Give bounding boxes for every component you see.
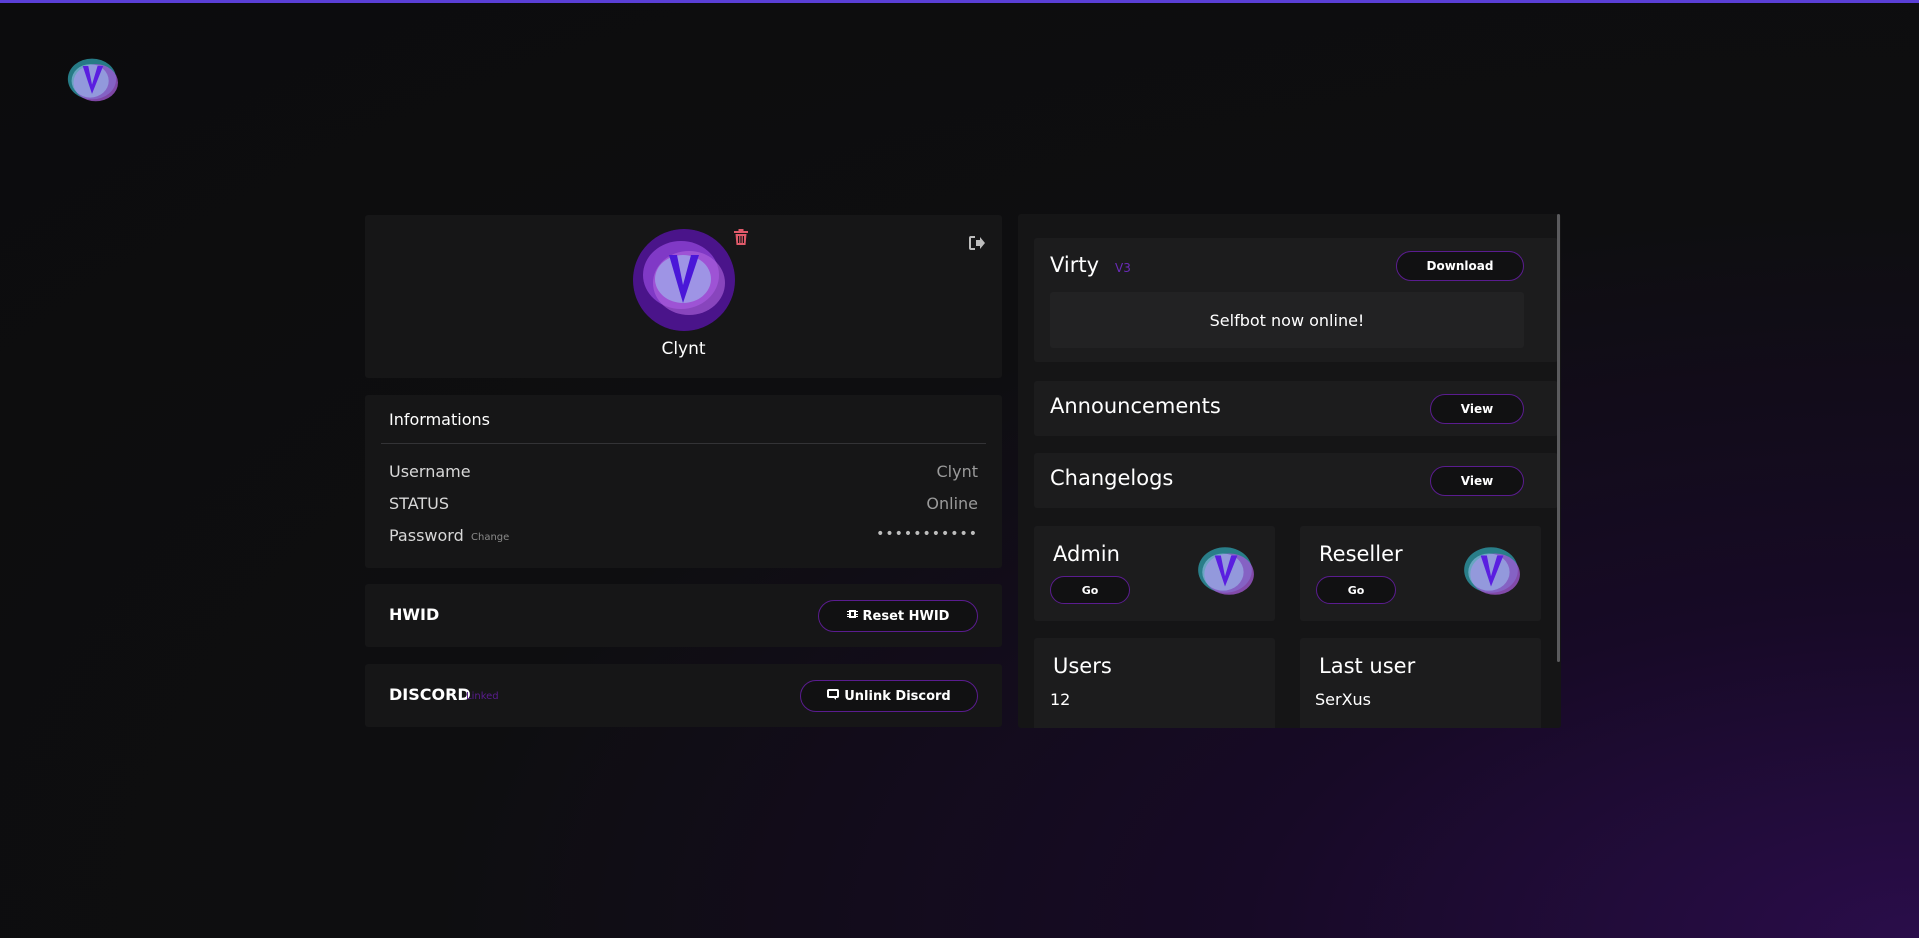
reseller-card: Reseller Go: [1300, 526, 1541, 621]
discord-title: DISCORD: [389, 685, 471, 704]
product-card: Virty V3 Download Selfbot now online!: [1034, 238, 1558, 362]
announcements-view-button[interactable]: View: [1430, 394, 1524, 424]
profile-card: Clynt: [365, 215, 1002, 378]
site-logo[interactable]: [64, 53, 120, 105]
status-value: Online: [926, 494, 978, 513]
profile-username: Clynt: [661, 339, 706, 359]
download-button[interactable]: Download: [1396, 251, 1524, 281]
announcements-title: Announcements: [1050, 394, 1221, 418]
reset-hwid-button[interactable]: Reset HWID: [818, 600, 978, 632]
changelogs-card: Changelogs View: [1034, 453, 1558, 508]
right-panel: Virty V3 Download Selfbot now online! An…: [1018, 214, 1561, 728]
informations-card: Informations Username Clynt STATUS Onlin…: [365, 395, 1002, 568]
users-count: 12: [1050, 690, 1071, 709]
discord-card: DISCORD Linked Unlink Discord: [365, 664, 1002, 727]
username-value: Clynt: [936, 462, 979, 481]
right-panel-scrollbar[interactable]: [1557, 214, 1560, 662]
admin-go-button[interactable]: Go: [1050, 576, 1130, 604]
last-user-title: Last user: [1319, 654, 1416, 678]
users-card: Users 12: [1034, 638, 1275, 728]
announcements-view-label: View: [1460, 402, 1494, 416]
changelogs-title: Changelogs: [1050, 466, 1174, 490]
admin-card: Admin Go: [1034, 526, 1275, 621]
informations-title: Informations: [389, 410, 490, 429]
hwid-card: HWID Reset HWID: [365, 584, 1002, 647]
users-title: Users: [1053, 654, 1112, 678]
reset-hwid-label: Reset HWID: [862, 608, 950, 624]
unlink-discord-button[interactable]: Unlink Discord: [800, 680, 978, 712]
admin-logo-icon: [1194, 541, 1256, 599]
last-user-name: SerXus: [1315, 690, 1372, 709]
discord-status: Linked: [466, 691, 499, 702]
hwid-title: HWID: [389, 605, 440, 624]
status-message: Selfbot now online!: [1209, 310, 1365, 330]
password-label: Password: [389, 526, 464, 545]
informations-divider: [381, 443, 986, 444]
status-banner: Selfbot now online!: [1050, 292, 1524, 348]
admin-go-label: Go: [1081, 583, 1099, 597]
reseller-go-button[interactable]: Go: [1316, 576, 1396, 604]
trash-icon[interactable]: [734, 229, 748, 245]
changelogs-view-label: View: [1460, 474, 1494, 488]
password-value: •••••••••••: [876, 526, 978, 542]
discord-icon: [827, 688, 840, 704]
avatar[interactable]: [633, 229, 735, 331]
username-label: Username: [389, 462, 471, 481]
reseller-go-label: Go: [1347, 583, 1365, 597]
chip-icon: [846, 608, 858, 624]
status-label: STATUS: [389, 494, 450, 513]
changelogs-view-button[interactable]: View: [1430, 466, 1524, 496]
download-label: Download: [1426, 259, 1494, 273]
product-version: V3: [1115, 261, 1131, 275]
change-password-link[interactable]: Change: [471, 532, 509, 543]
product-name: Virty: [1050, 253, 1100, 277]
announcements-card: Announcements View: [1034, 381, 1558, 436]
reseller-logo-icon: [1460, 541, 1522, 599]
sign-out-icon[interactable]: [969, 235, 986, 250]
top-accent-line: [0, 0, 1919, 3]
unlink-discord-label: Unlink Discord: [844, 688, 951, 704]
reseller-title: Reseller: [1319, 542, 1403, 566]
admin-title: Admin: [1053, 542, 1120, 566]
last-user-card: Last user SerXus: [1300, 638, 1541, 728]
